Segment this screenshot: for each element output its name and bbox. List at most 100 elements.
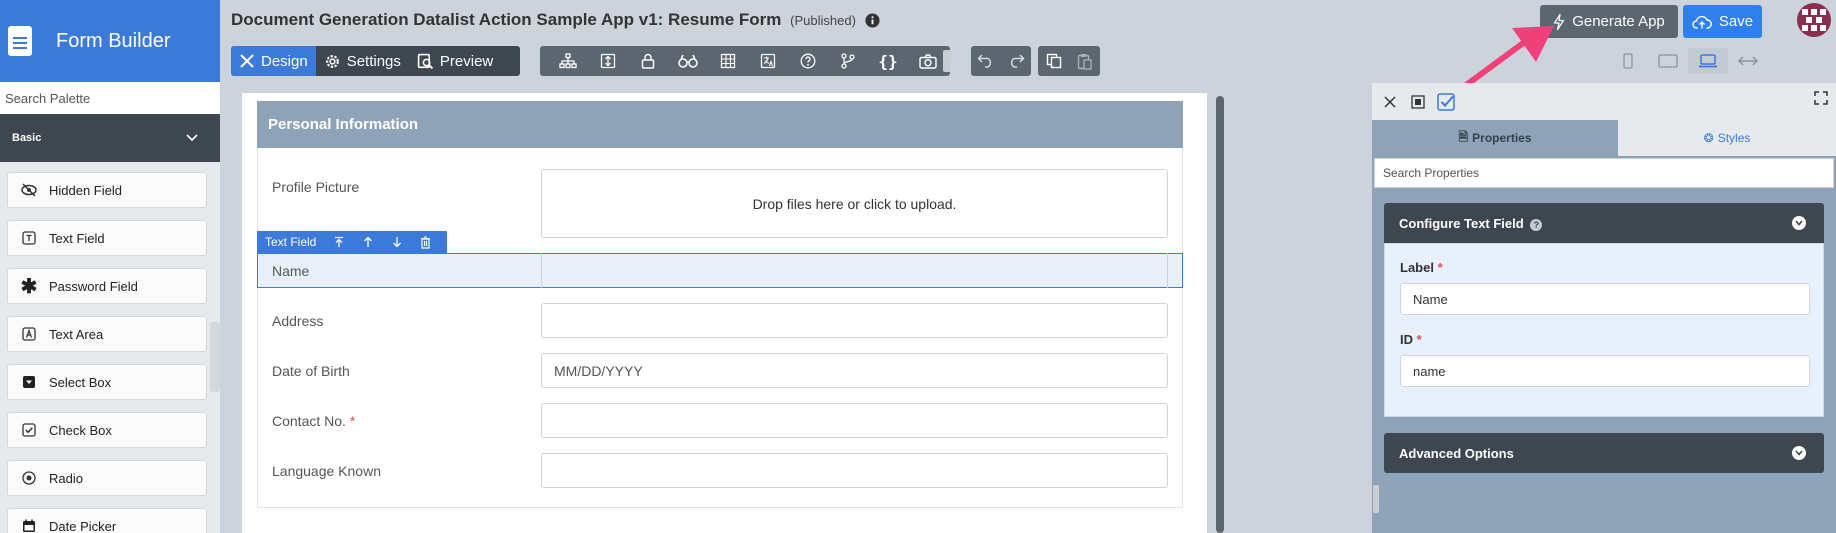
field-label: Address — [272, 313, 324, 329]
canvas-scrollbar[interactable] — [1216, 96, 1224, 533]
paste-icon[interactable] — [1077, 53, 1093, 70]
name-input[interactable] — [541, 253, 1168, 288]
text-field-icon — [21, 230, 37, 246]
tools-scroll-right[interactable] — [943, 50, 951, 72]
palette-list: Hidden Field Text Field ✱ Password Field… — [0, 162, 220, 533]
settings-button[interactable]: Settings — [316, 46, 409, 76]
required-mark: * — [349, 413, 356, 429]
configure-title-wrap: Configure Text Field ? — [1399, 215, 1543, 231]
calendar-icon — [21, 518, 37, 533]
id-property-label: ID * — [1400, 332, 1422, 347]
tab-properties[interactable]: 🗎 Properties — [1372, 120, 1618, 156]
camera-icon[interactable] — [908, 46, 948, 76]
delete-icon[interactable] — [411, 231, 440, 253]
tab-styles[interactable]: ❂ Styles — [1618, 120, 1836, 156]
cloud-upload-icon — [1692, 15, 1712, 29]
mode-switcher: Design Settings Preview — [231, 46, 520, 76]
move-top-icon[interactable] — [324, 231, 353, 253]
id-property-input[interactable]: name — [1400, 355, 1810, 387]
vertical-expand-icon[interactable] — [588, 46, 628, 76]
palette-item-text-area[interactable]: Text Area — [7, 316, 207, 352]
design-button[interactable]: Design — [231, 46, 316, 76]
text-area-icon — [21, 326, 37, 342]
chevron-down-icon — [186, 134, 198, 142]
properties-search-input[interactable] — [1374, 158, 1834, 188]
save-label: Save — [1718, 13, 1754, 30]
section-header[interactable]: Personal Information — [257, 101, 1183, 148]
help-circle-icon[interactable] — [788, 46, 828, 76]
chevron-down-icon — [1792, 216, 1806, 230]
field-label: Profile Picture — [272, 179, 360, 195]
check-box-icon — [21, 422, 37, 438]
dock-panel-icon[interactable] — [1404, 88, 1432, 116]
palette-item-check-box[interactable]: Check Box — [7, 412, 207, 448]
palette-item-label: Text Area — [49, 326, 104, 342]
label-property-input[interactable]: Name — [1400, 283, 1810, 315]
design-label: Design — [261, 52, 308, 70]
info-icon[interactable] — [865, 13, 880, 28]
lock-icon[interactable] — [628, 46, 668, 76]
mobile-device-icon[interactable] — [1608, 48, 1648, 74]
apply-check-icon[interactable] — [1432, 88, 1460, 116]
file-dropzone[interactable]: Drop files here or click to upload. — [541, 169, 1168, 238]
tablet-device-icon[interactable] — [1648, 48, 1688, 74]
contact-no-input[interactable] — [541, 403, 1168, 438]
user-avatar[interactable] — [1797, 3, 1831, 37]
properties-tabs: 🗎 Properties ❂ Styles — [1372, 120, 1836, 156]
id-property-text: ID — [1400, 332, 1413, 347]
advanced-options-header[interactable]: Advanced Options — [1384, 433, 1824, 473]
generate-app-button[interactable]: Generate App — [1540, 5, 1678, 38]
help-icon[interactable]: ? — [1530, 218, 1543, 231]
preview-button[interactable]: Preview — [409, 46, 501, 76]
close-icon[interactable] — [1376, 88, 1404, 116]
tab-styles-label: Styles — [1717, 131, 1751, 145]
design-tools-icon — [240, 54, 254, 68]
dropzone-text: Drop files here or click to upload. — [752, 195, 957, 212]
device-preview-switcher — [1608, 48, 1768, 74]
properties-panel-toolbar — [1372, 83, 1836, 120]
binoculars-icon[interactable] — [668, 46, 708, 76]
translate-icon[interactable] — [748, 46, 788, 76]
palette-item-text-field[interactable]: Text Field — [7, 220, 207, 256]
palette-item-label: Date Picker — [49, 518, 117, 533]
undo-icon[interactable] — [977, 54, 995, 68]
redo-icon[interactable] — [1007, 54, 1025, 68]
field-label-text: Contact No. — [272, 413, 346, 429]
form-title: Document Generation Datalist Action Samp… — [231, 10, 782, 29]
laptop-device-icon[interactable] — [1688, 48, 1728, 74]
configure-title: Configure Text Field — [1399, 215, 1524, 231]
label-property-text: Label — [1400, 260, 1434, 275]
field-label: Name — [272, 263, 310, 279]
palette-item-radio[interactable]: Radio — [7, 460, 207, 496]
palette-item-password-field[interactable]: ✱ Password Field — [7, 268, 207, 304]
configure-text-field-body — [1384, 243, 1824, 417]
save-button[interactable]: Save — [1683, 5, 1762, 38]
table-icon[interactable] — [708, 46, 748, 76]
move-up-icon[interactable] — [353, 231, 382, 253]
copy-icon[interactable] — [1046, 53, 1062, 69]
field-label-contact: Contact No. * — [272, 413, 355, 429]
palette-search-input[interactable] — [0, 82, 220, 114]
move-down-icon[interactable] — [382, 231, 411, 253]
git-branch-icon[interactable] — [828, 46, 868, 76]
configure-text-field-header[interactable]: Configure Text Field ? — [1384, 203, 1824, 243]
palette-item-date-picker[interactable]: Date Picker — [7, 508, 207, 533]
tab-properties-label: Properties — [1472, 131, 1532, 145]
expand-icon[interactable] — [1814, 91, 1828, 105]
palette-item-select-box[interactable]: Select Box — [7, 364, 207, 400]
sitemap-icon[interactable] — [548, 46, 588, 76]
full-width-icon[interactable] — [1728, 48, 1768, 74]
date-of-birth-input[interactable]: MM/DD/YYYY — [541, 353, 1168, 388]
preview-icon — [417, 53, 433, 69]
palette-item-hidden-field[interactable]: Hidden Field — [7, 172, 207, 208]
label-property-label: Label * — [1400, 260, 1443, 275]
code-braces-icon[interactable]: {} — [868, 46, 908, 76]
palette-scrollbar[interactable] — [210, 322, 220, 392]
section-title: Personal Information — [268, 116, 419, 133]
publish-status: (Published) — [790, 13, 856, 28]
language-known-input[interactable] — [541, 453, 1168, 488]
address-input[interactable] — [541, 303, 1168, 338]
palette-category-basic[interactable]: Basic — [0, 114, 220, 162]
panel-resize-handle[interactable] — [1373, 485, 1379, 513]
palette-item-label: Radio — [49, 470, 83, 486]
